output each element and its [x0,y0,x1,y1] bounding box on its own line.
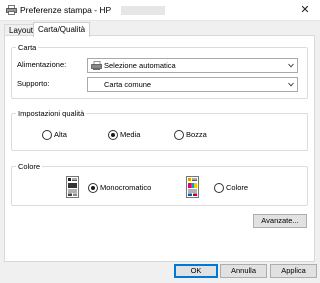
radio-media-label: Media [120,130,141,139]
radio-alta[interactable] [42,130,52,140]
tab-panel: Carta Alimentazione: Selezione automatic… [4,35,315,262]
apply-button[interactable]: Applica [270,264,317,278]
alimentazione-value: Selezione automatica [104,61,176,70]
cancel-button[interactable]: Annulla [220,264,267,278]
radio-bozza[interactable] [174,130,184,140]
alimentazione-select[interactable]: Selezione automatica [87,58,298,73]
tab-carta-qualita[interactable]: Carta/Qualità [33,22,91,37]
chevron-down-icon [288,82,294,87]
carta-legend: Carta [16,43,39,52]
radio-monocromatico[interactable] [88,183,98,193]
window-title: Preferenze stampa - HP [20,5,112,15]
supporto-select[interactable]: Carta comune [87,77,298,92]
colore-legend: Colore [16,162,43,171]
advanced-button[interactable]: Avanzate... [253,214,307,228]
close-icon[interactable]: ✕ [296,3,314,17]
radio-bozza-label: Bozza [186,130,207,139]
supporto-value: Carta comune [104,80,152,89]
colore-group: Colore Monocromatico Colore [11,162,308,206]
radio-colore-label: Colore [226,183,249,192]
paper-tray-icon [91,61,102,70]
radio-monocromatico-label: Monocromatico [100,183,152,192]
supporto-label: Supporto: [17,79,50,88]
radio-alta-label: Alta [54,130,67,139]
qualita-legend: Impostazioni qualità [16,109,87,118]
carta-group: Carta Alimentazione: Selezione automatic… [11,43,308,99]
color-document-icon [186,176,199,198]
printer-icon [6,5,17,15]
chevron-down-icon [288,63,294,68]
radio-colore[interactable] [214,183,224,193]
title-bar: Preferenze stampa - HP ✕ [0,0,320,21]
redacted-printer-name [121,6,165,15]
radio-media[interactable] [108,130,118,140]
ok-button[interactable]: OK [174,264,218,278]
alimentazione-label: Alimentazione: [17,60,67,69]
qualita-group: Impostazioni qualità Alta Media Bozza [11,109,308,151]
monochrome-document-icon [66,176,79,198]
